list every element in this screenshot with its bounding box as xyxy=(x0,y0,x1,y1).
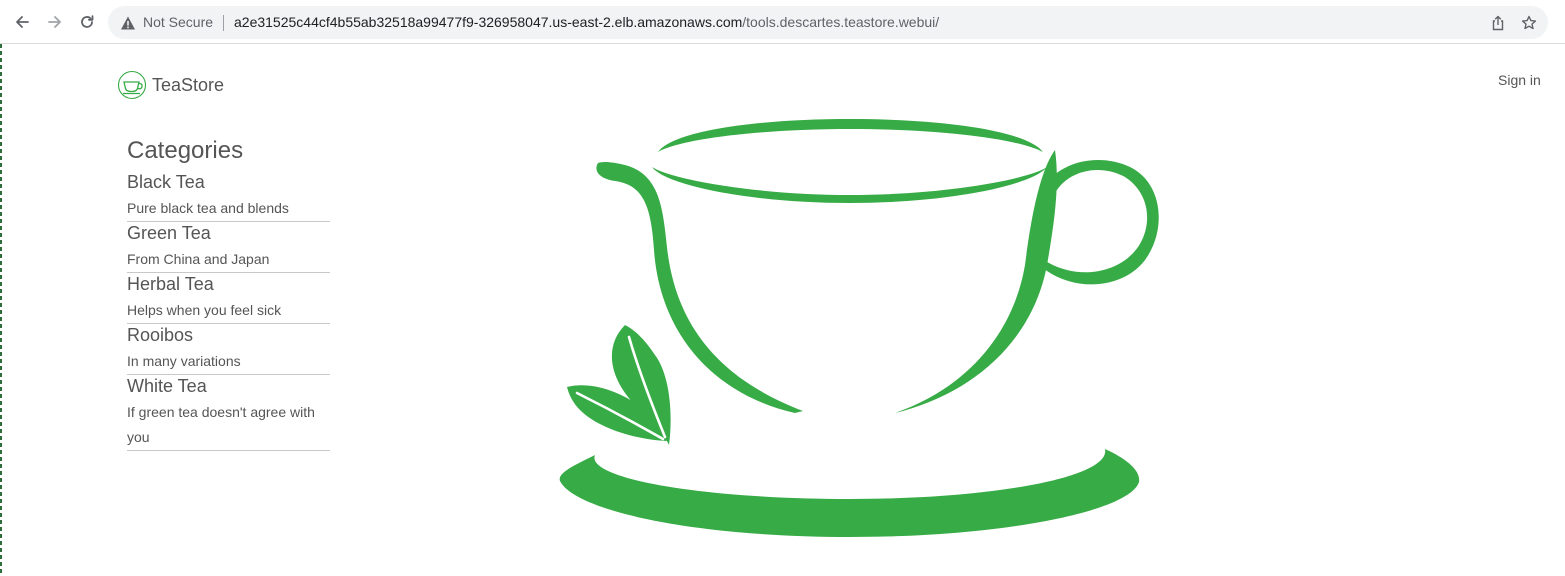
bookmark-button[interactable] xyxy=(1520,14,1538,32)
share-icon xyxy=(1492,15,1504,31)
categories-sidebar: Categories Black Tea Pure black tea and … xyxy=(127,137,330,451)
address-bar[interactable]: Not Secure a2e31525c44cf4b55ab32518a9947… xyxy=(108,6,1548,39)
reload-icon xyxy=(81,15,94,28)
category-item-green-tea[interactable]: Green Tea From China and Japan xyxy=(127,222,330,273)
star-icon xyxy=(1521,15,1537,30)
category-name[interactable]: Herbal Tea xyxy=(127,273,330,295)
security-status-label[interactable]: Not Secure xyxy=(143,14,213,30)
back-arrow-icon xyxy=(16,16,29,28)
sign-in-link[interactable]: Sign in xyxy=(1498,72,1541,88)
forward-arrow-icon xyxy=(48,16,61,28)
category-description: In many variations xyxy=(127,353,241,369)
url-text[interactable]: a2e31525c44cf4b55ab32518a99477f9-3269580… xyxy=(234,14,939,30)
forward-button[interactable] xyxy=(44,11,66,33)
teacup-logo-icon xyxy=(117,70,147,100)
brand-name: TeaStore xyxy=(152,74,225,95)
window-edge xyxy=(0,44,2,576)
category-item-white-tea[interactable]: White Tea If green tea doesn't agree wit… xyxy=(127,375,330,451)
brand-link[interactable]: TeaStore xyxy=(117,70,224,100)
teacup-hero-image xyxy=(559,119,1159,537)
category-item-herbal-tea[interactable]: Herbal Tea Helps when you feel sick xyxy=(127,273,330,324)
url-path: /tools.descartes.teastore.webui/ xyxy=(742,14,940,30)
warning-icon[interactable] xyxy=(120,15,136,31)
category-name[interactable]: Green Tea xyxy=(127,222,330,244)
category-description: From China and Japan xyxy=(127,251,270,267)
reload-button[interactable] xyxy=(76,11,98,33)
back-button[interactable] xyxy=(11,11,33,33)
url-host: a2e31525c44cf4b55ab32518a99477f9-3269580… xyxy=(234,14,743,30)
category-name[interactable]: White Tea xyxy=(127,375,330,397)
browser-toolbar: Not Secure a2e31525c44cf4b55ab32518a9947… xyxy=(0,0,1565,44)
categories-heading: Categories xyxy=(127,137,244,164)
category-item-black-tea[interactable]: Black Tea Pure black tea and blends xyxy=(127,171,330,222)
category-description: If green tea doesn't agree with you xyxy=(127,404,315,445)
category-item-rooibos[interactable]: Rooibos In many variations xyxy=(127,324,330,375)
security-divider xyxy=(223,15,224,31)
category-description: Helps when you feel sick xyxy=(127,302,282,318)
category-name[interactable]: Black Tea xyxy=(127,171,330,193)
category-name[interactable]: Rooibos xyxy=(127,324,330,346)
share-button[interactable] xyxy=(1489,14,1507,32)
category-description: Pure black tea and blends xyxy=(127,200,289,216)
